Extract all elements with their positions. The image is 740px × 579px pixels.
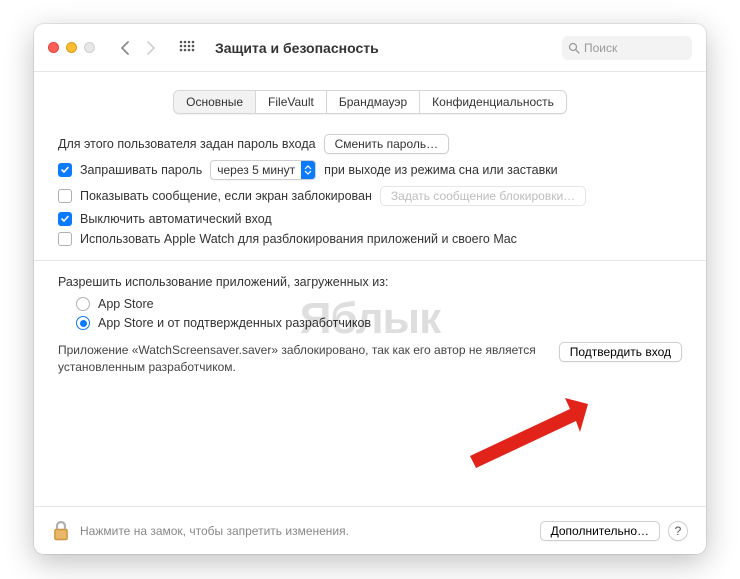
open-anyway-button[interactable]: Подтвердить вход [559,342,682,362]
titlebar: Защита и безопасность Поиск [34,24,706,72]
show-message-label: Показывать сообщение, если экран заблоки… [80,189,372,203]
search-input[interactable]: Поиск [562,36,692,60]
password-set-label: Для этого пользователя задан пароль вход… [58,137,316,151]
show-all-icon[interactable] [177,38,197,58]
close-window-button[interactable] [48,42,59,53]
search-icon [568,42,580,54]
apple-watch-label: Использовать Apple Watch для разблокиров… [80,232,517,246]
tabs-row: Основные FileVault Брандмауэр Конфиденци… [34,90,706,114]
tab-general[interactable]: Основные [174,91,256,113]
set-lock-message-button: Задать сообщение блокировки… [380,186,586,206]
maximize-window-button [84,42,95,53]
disable-autologin-label: Выключить автоматический вход [80,212,272,226]
tab-firewall[interactable]: Брандмауэр [327,91,420,113]
tab-privacy[interactable]: Конфиденциальность [420,91,566,113]
nav-arrows [113,36,163,60]
minimize-window-button[interactable] [66,42,77,53]
radio-app-store-identified[interactable] [76,316,90,330]
radio-app-store-label: App Store [98,297,154,311]
content-area: Для этого пользователя задан пароль вход… [34,114,706,386]
require-password-suffix: при выходе из режима сна или заставки [324,163,558,177]
radio-app-store-identified-label: App Store и от подтвержденных разработчи… [98,316,371,330]
preferences-window: Защита и безопасность Поиск Основные Fil… [34,24,706,554]
require-password-checkbox[interactable] [58,163,72,177]
traffic-lights [48,42,95,53]
apple-watch-checkbox[interactable] [58,232,72,246]
lock-icon[interactable] [52,520,70,542]
require-password-label: Запрашивать пароль [80,163,202,177]
radio-app-store[interactable] [76,297,90,311]
help-button[interactable]: ? [668,521,688,541]
window-title: Защита и безопасность [215,40,379,56]
forward-button [139,36,163,60]
require-password-delay-select[interactable]: через 5 минут [210,160,316,180]
search-placeholder: Поиск [584,41,617,55]
disable-autologin-checkbox[interactable] [58,212,72,226]
chevron-up-down-icon [301,161,315,179]
blocked-app-message: Приложение «WatchScreensaver.saver» забл… [58,342,547,376]
back-button[interactable] [113,36,137,60]
advanced-button[interactable]: Дополнительно… [540,521,660,541]
divider [34,260,706,261]
footer: Нажмите на замок, чтобы запретить измене… [34,506,706,554]
allow-from-section-label: Разрешить использование приложений, загр… [58,275,682,289]
show-message-checkbox[interactable] [58,189,72,203]
change-password-button[interactable]: Сменить пароль… [324,134,450,154]
footer-lock-text: Нажмите на замок, чтобы запретить измене… [80,524,349,538]
tab-filevault[interactable]: FileVault [256,91,327,113]
